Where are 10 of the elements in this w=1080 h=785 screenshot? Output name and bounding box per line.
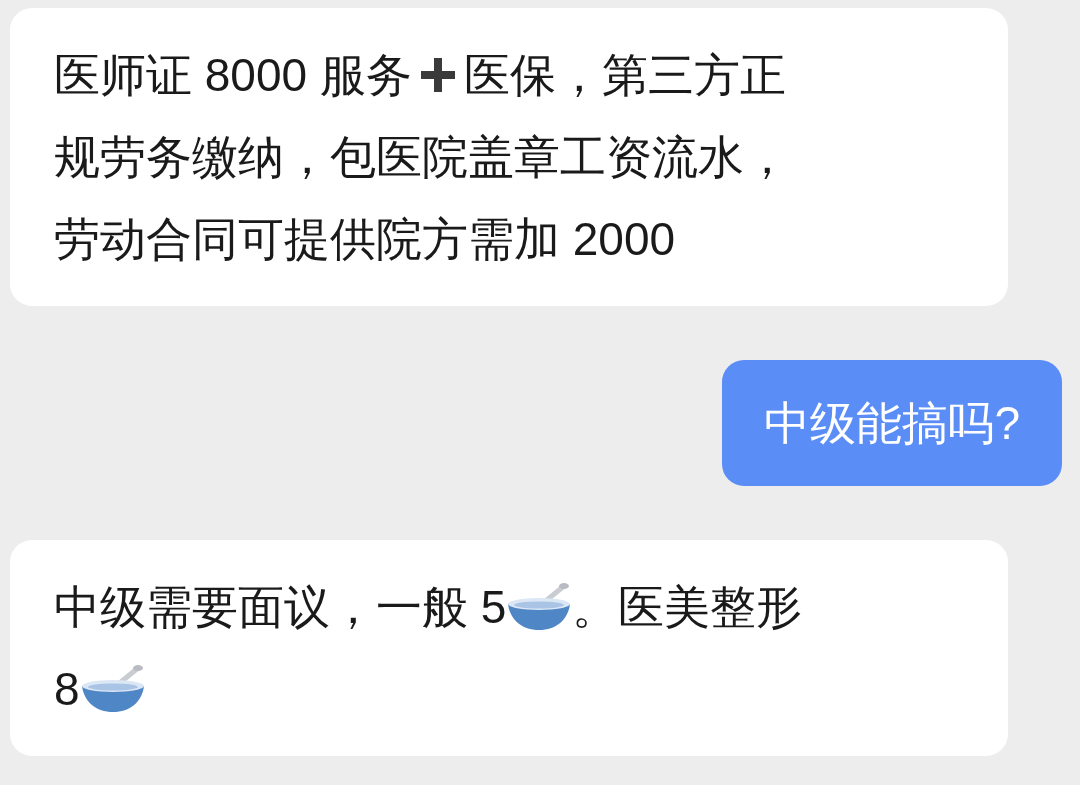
bowl-icon bbox=[79, 664, 146, 714]
message-text: 规劳务缴纳，包医院盖章工资流水， bbox=[54, 130, 790, 185]
bowl-icon bbox=[506, 582, 573, 632]
message-text: 。医美整形 bbox=[572, 580, 803, 635]
message-text: 医师证 8000 服务 bbox=[54, 48, 412, 103]
message-text: 中级需要面议，一般 5 bbox=[54, 580, 507, 635]
message-text: 医保，第三方正 bbox=[463, 48, 786, 103]
message-text: 中级能搞吗? bbox=[764, 396, 1020, 451]
message-text: 8 bbox=[54, 662, 80, 717]
message-text: 劳动合同可提供院方需加 2000 bbox=[54, 212, 676, 267]
